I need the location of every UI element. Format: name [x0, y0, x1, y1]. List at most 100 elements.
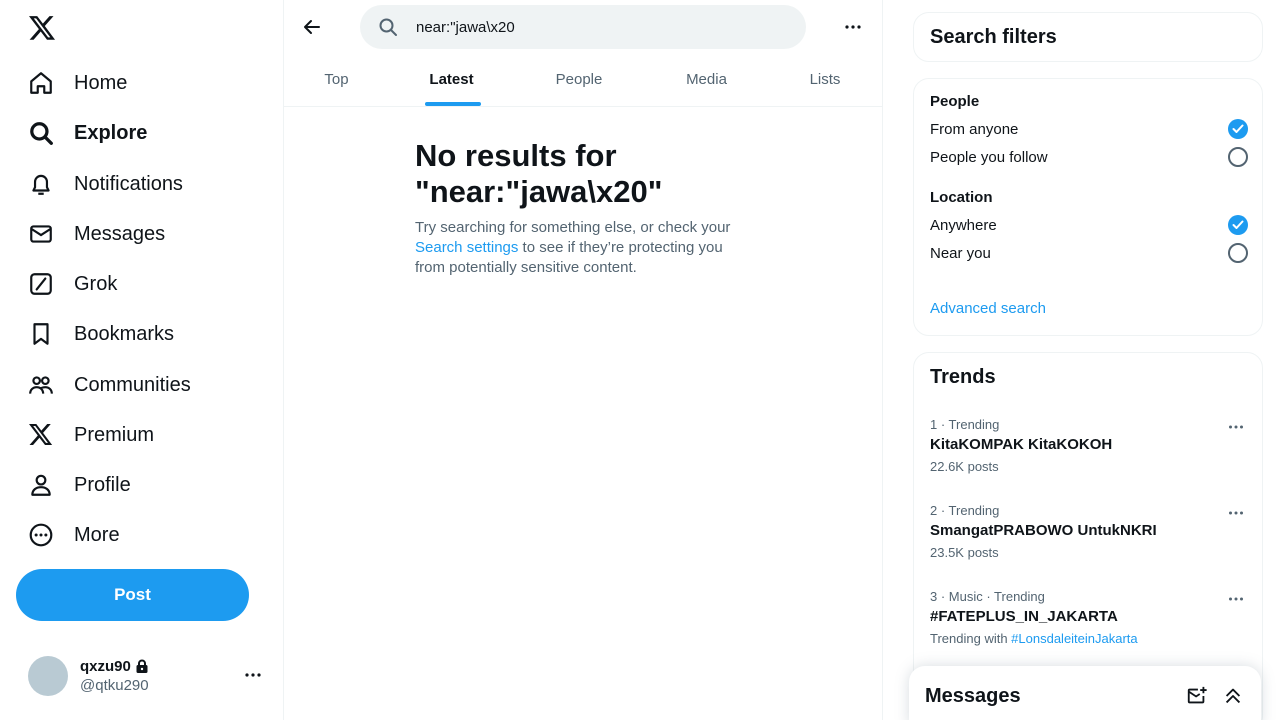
search-filters-title: Search filters [930, 26, 1057, 48]
search-filters-header: Search filters [913, 12, 1263, 62]
people-filter-title: People [930, 93, 980, 110]
search-bar[interactable] [360, 5, 806, 49]
trend-with-label: Trending with [930, 631, 1012, 646]
more-horizontal-icon[interactable] [1226, 589, 1246, 609]
nav-more-label: More [74, 523, 120, 546]
nav-communities-label: Communities [74, 373, 191, 396]
search-icon [28, 120, 54, 146]
trends-card: Trends 1 · Trending KitaKOMPAK KitaKOKOH… [913, 352, 1263, 720]
nav-communities[interactable]: Communities [16, 360, 203, 410]
search-tabs: Top Latest People Media Lists [284, 53, 883, 107]
empty-state-body: Try searching for something else, or che… [415, 218, 755, 278]
search-icon [378, 17, 398, 37]
filter-near-you[interactable]: Near you [930, 241, 1248, 265]
advanced-search-link[interactable]: Advanced search [930, 300, 1046, 317]
trend-posts: 23.5K posts [930, 545, 999, 560]
filter-people-you-follow[interactable]: People you follow [930, 145, 1248, 169]
nav-messages-label: Messages [74, 222, 166, 245]
more-horizontal-icon[interactable] [1226, 417, 1246, 437]
trend-meta: 3 · Music · Trending [930, 589, 1045, 604]
more-horizontal-icon [844, 18, 862, 36]
nav-notifications-label: Notifications [74, 172, 183, 195]
tab-people[interactable]: People [534, 53, 624, 106]
nav-home-label: Home [74, 71, 128, 94]
post-button[interactable]: Post [16, 569, 249, 621]
left-sidebar: Home Explore Notifications Messages Grok… [0, 0, 284, 720]
home-icon [28, 70, 54, 96]
bookmark-icon [28, 321, 54, 347]
trend-name: KitaKOMPAK KitaKOKOH [930, 436, 1113, 453]
filter-people-you-follow-label: People you follow [930, 148, 1048, 166]
account-handle: @qtku290 [80, 677, 149, 694]
empty-state-title: No results for "near:"jawa\x20" [415, 138, 663, 209]
nav-profile[interactable]: Profile [16, 460, 143, 510]
search-more-button[interactable] [835, 9, 871, 45]
trend-posts: 22.6K posts [930, 459, 999, 474]
messages-drawer[interactable]: Messages [909, 666, 1261, 720]
search-input[interactable] [416, 18, 776, 36]
filter-from-anyone-label: From anyone [930, 120, 1019, 138]
arrow-left-icon [302, 17, 322, 37]
envelope-icon [28, 221, 54, 247]
person-icon [28, 472, 54, 498]
avatar [28, 656, 68, 696]
trend-item[interactable]: 2 · Trending SmangatPRABOWO UntukNKRI 23… [914, 503, 1262, 589]
trend-item[interactable]: 1 · Trending KitaKOMPAK KitaKOKOH 22.6K … [914, 417, 1262, 503]
nav-more[interactable]: More [16, 510, 132, 560]
chevron-double-up-icon[interactable] [1221, 684, 1245, 708]
new-message-icon[interactable] [1185, 684, 1209, 708]
filter-near-you-label: Near you [930, 244, 991, 262]
filter-from-anyone[interactable]: From anyone [930, 117, 1248, 141]
location-filter-title: Location [930, 189, 993, 206]
trend-meta: 1 · Trending [930, 417, 1000, 432]
more-horizontal-icon[interactable] [1226, 503, 1246, 523]
trend-name: #FATEPLUS_IN_JAKARTA [930, 608, 1118, 625]
main-column: Top Latest People Media Lists No results… [284, 0, 883, 720]
empty-state-text-before: Try searching for something else, or che… [415, 219, 731, 236]
nav-notifications[interactable]: Notifications [16, 159, 195, 209]
trend-meta: 2 · Trending [930, 503, 1000, 518]
nav-grok[interactable]: Grok [16, 259, 129, 309]
grok-icon [28, 271, 54, 297]
nav-bookmarks[interactable]: Bookmarks [16, 309, 186, 359]
search-settings-link[interactable]: Search settings [415, 239, 518, 256]
x-logo-icon[interactable] [26, 12, 58, 44]
nav-premium[interactable]: Premium [16, 410, 166, 460]
nav-explore-label: Explore [74, 121, 148, 144]
radio-checked-icon[interactable] [1228, 119, 1248, 139]
people-icon [28, 372, 54, 398]
trend-name: SmangatPRABOWO UntukNKRI [930, 522, 1157, 539]
messages-drawer-title: Messages [925, 684, 1021, 707]
lock-icon [135, 659, 149, 674]
radio-unchecked-icon[interactable] [1228, 243, 1248, 263]
account-switcher[interactable]: qxzu90 @qtku290 [16, 645, 274, 707]
tab-lists[interactable]: Lists [784, 53, 866, 106]
more-horizontal-icon[interactable] [244, 666, 262, 684]
trend-item[interactable]: 3 · Music · Trending #FATEPLUS_IN_JAKART… [914, 589, 1262, 675]
nav-explore[interactable]: Explore [16, 108, 159, 158]
bell-icon [28, 171, 54, 197]
active-tab-indicator [425, 102, 481, 106]
more-circle-icon [28, 522, 54, 548]
nav-profile-label: Profile [74, 473, 131, 496]
trend-with-hashtag-link[interactable]: #LonsdaleiteinJakarta [1011, 631, 1137, 646]
trends-title: Trends [930, 366, 996, 388]
back-button[interactable] [294, 9, 330, 45]
account-name: qxzu90 [80, 658, 131, 675]
filter-anywhere-label: Anywhere [930, 216, 997, 234]
tab-latest[interactable]: Latest [409, 53, 494, 106]
account-name-row: qxzu90 [80, 658, 149, 675]
nav-bookmarks-label: Bookmarks [74, 322, 175, 345]
tab-top[interactable]: Top [294, 53, 379, 106]
nav-premium-label: Premium [74, 423, 155, 446]
trend-with-row: Trending with #LonsdaleiteinJakarta [930, 631, 1246, 646]
radio-unchecked-icon[interactable] [1228, 147, 1248, 167]
radio-checked-icon[interactable] [1228, 215, 1248, 235]
tab-media[interactable]: Media [664, 53, 749, 106]
empty-state: No results for "near:"jawa\x20" Try sear… [415, 138, 755, 278]
nav-messages[interactable]: Messages [16, 209, 177, 259]
nav-grok-label: Grok [74, 272, 118, 295]
x-logo-icon [28, 422, 54, 448]
filter-anywhere[interactable]: Anywhere [930, 213, 1248, 237]
nav-home[interactable]: Home [16, 58, 139, 108]
